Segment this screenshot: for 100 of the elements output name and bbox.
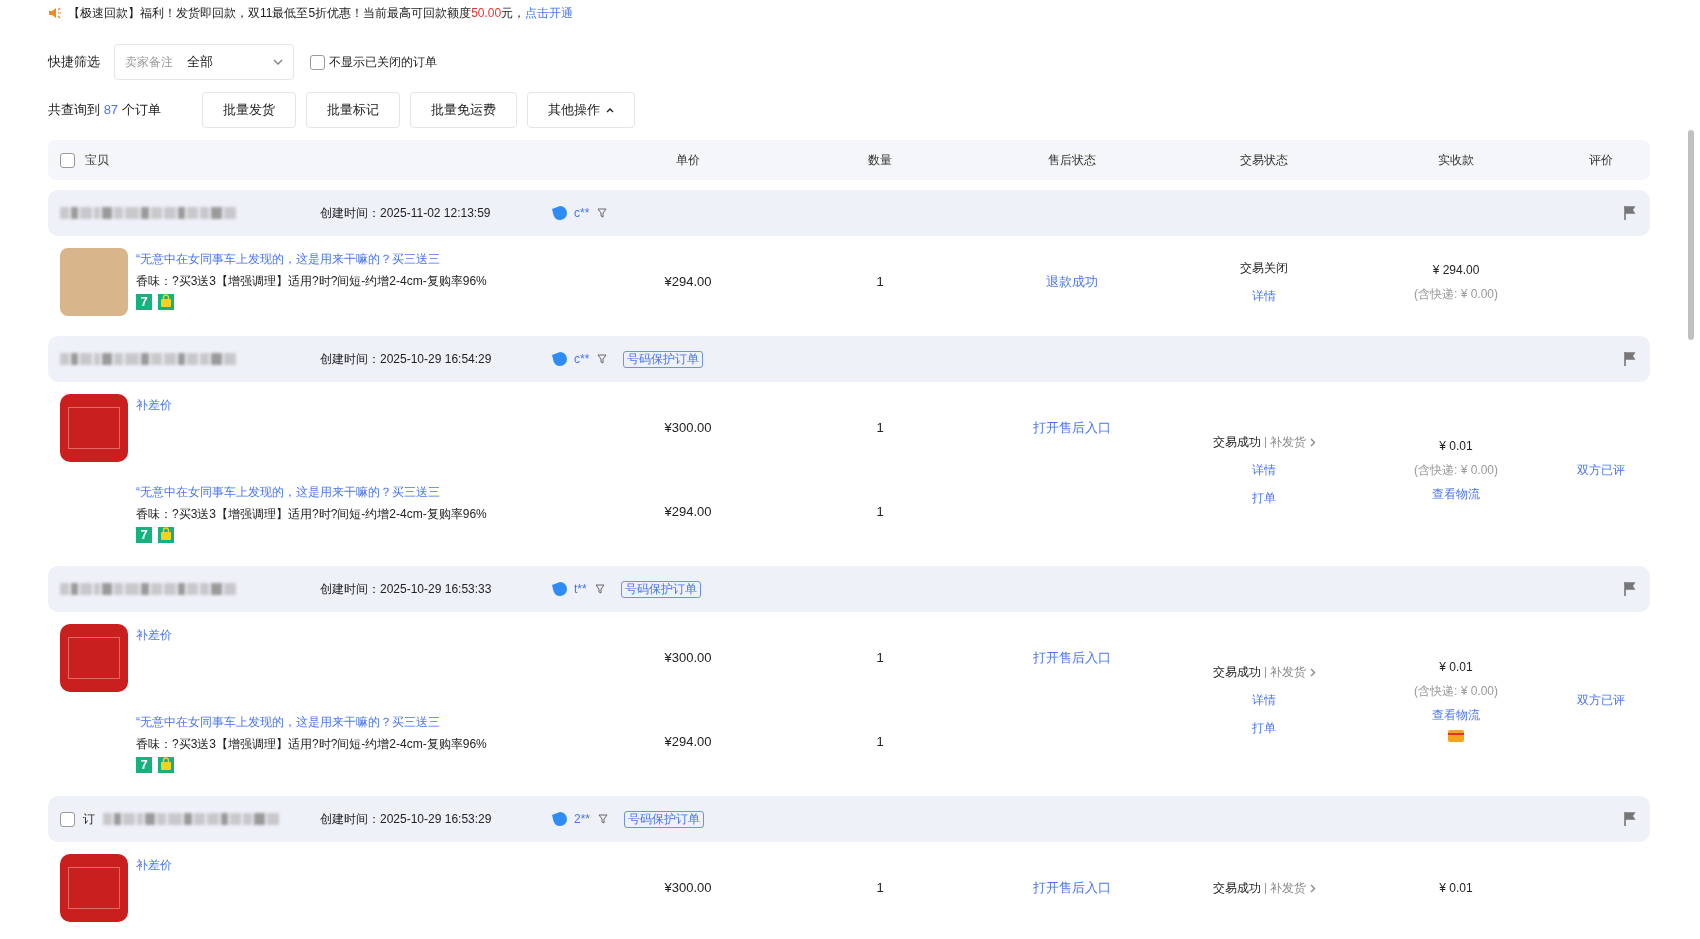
batch-action-button[interactable]: 其他操作: [527, 92, 635, 128]
column-header: 实收款: [1438, 152, 1474, 169]
quantity: 1: [876, 273, 884, 292]
quantity: 1: [876, 879, 884, 898]
promo-notice: 【极速回款】福利！发货即回款，双11最低至5折优惠！当前最高可回款额度50.00元，点击开通: [68, 5, 574, 22]
batch-action-button[interactable]: 批量发货: [202, 92, 296, 128]
quantity: 1: [876, 419, 884, 438]
shipping-fee: (含快递: ¥ 0.00): [1414, 462, 1498, 479]
quantity: 1: [876, 503, 884, 522]
resend-link[interactable]: 补发货: [1269, 879, 1306, 897]
chevron-down-icon: [273, 59, 283, 65]
shipping-fee: (含快递: ¥ 0.00): [1414, 286, 1498, 303]
product-title-link[interactable]: 补差价: [136, 626, 172, 644]
shopping-bag-icon: [158, 294, 174, 310]
created-time: 创建时间：2025-10-29 16:53:29: [320, 811, 493, 828]
unit-price: ¥294.00: [664, 273, 712, 292]
batch-action-button[interactable]: 批量标记: [306, 92, 400, 128]
filter-label: 快捷筛选: [48, 53, 101, 72]
quantity: 1: [876, 649, 884, 668]
received-amount: ¥ 294.00: [1432, 262, 1480, 279]
seven-day-badge: 7: [136, 294, 152, 310]
trade-status: 交易成功: [1212, 434, 1261, 451]
privacy-tag: 号码保护订单: [623, 350, 704, 368]
after-sale-link[interactable]: 打开售后入口: [1033, 878, 1111, 898]
chevron-right-icon: [1309, 883, 1316, 893]
received-amount: ¥ 0.01: [1439, 438, 1473, 455]
logistics-link[interactable]: 查看物流: [1432, 706, 1480, 724]
buyer-name-link[interactable]: t**: [574, 580, 587, 598]
filter-icon[interactable]: [597, 208, 608, 218]
filter-icon[interactable]: [594, 584, 605, 594]
after-sale-link[interactable]: 打开售后入口: [1033, 418, 1111, 438]
scrollbar-thumb[interactable]: [1688, 130, 1694, 340]
column-header: 售后状态: [1048, 152, 1096, 169]
seller-note-select[interactable]: 卖家备注 全部: [114, 44, 294, 80]
product-title-link[interactable]: “无意中在女同事车上发现的，这是用来干嘛的？买三送三: [136, 713, 487, 731]
select-all-checkbox[interactable]: [60, 152, 75, 168]
resend-link[interactable]: 补发货: [1269, 433, 1306, 451]
unit-price: ¥300.00: [664, 419, 712, 438]
product-image: [60, 854, 128, 922]
hide-closed-checkbox[interactable]: [310, 54, 325, 70]
buyer-name-link[interactable]: c**: [574, 350, 590, 368]
shipping-fee: (含快递: ¥ 0.00): [1414, 683, 1498, 700]
unit-price: ¥294.00: [664, 733, 712, 752]
chat-bubble-icon: [552, 351, 568, 367]
buyer-name-link[interactable]: c**: [574, 204, 590, 222]
chat-bubble-icon: [552, 205, 568, 221]
speaker-icon: [48, 6, 62, 20]
chat-bubble-icon: [552, 581, 568, 597]
product-title-link[interactable]: “无意中在女同事车上发现的，这是用来干嘛的？买三送三: [136, 483, 487, 501]
product-image: [60, 394, 128, 462]
filter-icon[interactable]: [597, 354, 608, 364]
order-action-link[interactable]: 详情: [1252, 691, 1276, 709]
order-checkbox[interactable]: [60, 811, 75, 827]
shopping-bag-icon: [158, 757, 174, 773]
activate-link[interactable]: 点击开通: [525, 6, 574, 20]
caret-icon: [606, 107, 614, 113]
after-sale-link[interactable]: 退款成功: [1046, 272, 1098, 292]
product-title-link[interactable]: “无意中在女同事车上发现的，这是用来干嘛的？买三送三: [136, 250, 487, 268]
seven-day-badge: 7: [136, 527, 152, 543]
column-header: 单价: [676, 152, 700, 169]
created-time: 创建时间：2025-10-29 16:53:33: [320, 581, 493, 598]
column-header: 交易状态: [1240, 152, 1288, 169]
shopping-bag-icon: [158, 527, 174, 543]
product-title-link[interactable]: 补差价: [136, 856, 172, 874]
trade-status: 交易成功: [1212, 664, 1261, 681]
flag-icon[interactable]: [1624, 206, 1636, 220]
trade-status: 交易关闭: [1240, 260, 1288, 277]
order-count: 共查询到 87 个订单: [48, 101, 162, 120]
review-status-link[interactable]: 双方已评: [1577, 461, 1625, 479]
order-action-link[interactable]: 打单: [1252, 719, 1276, 737]
column-header: 数量: [868, 152, 892, 169]
created-time: 创建时间：2025-10-29 16:54:29: [320, 351, 493, 368]
product-spec: 香味：?买3送3【增强调理】适用?时?间短-约增2-4cm-复购率96%: [136, 736, 487, 753]
unit-price: ¥294.00: [664, 503, 712, 522]
resend-link[interactable]: 补发货: [1269, 663, 1306, 681]
product-photo-placeholder: [60, 248, 128, 316]
trade-status: 交易成功: [1212, 880, 1261, 897]
filter-icon[interactable]: [598, 814, 608, 824]
seven-day-badge: 7: [136, 757, 152, 773]
received-amount: ¥ 0.01: [1439, 659, 1473, 676]
review-status-link[interactable]: 双方已评: [1577, 691, 1625, 709]
flag-icon[interactable]: [1624, 352, 1636, 366]
batch-action-button[interactable]: 批量免运费: [410, 92, 517, 128]
product-image: [60, 624, 128, 692]
logistics-link[interactable]: 查看物流: [1432, 485, 1480, 503]
order-action-link[interactable]: 详情: [1252, 461, 1276, 479]
unit-price: ¥300.00: [664, 649, 712, 668]
flag-icon[interactable]: [1624, 582, 1636, 596]
product-spec: 香味：?买3送3【增强调理】适用?时?间短-约增2-4cm-复购率96%: [136, 506, 487, 523]
buyer-name-link[interactable]: 2**: [574, 810, 590, 828]
product-title-link[interactable]: 补差价: [136, 396, 172, 414]
hide-closed-label: 不显示已关闭的订单: [329, 54, 437, 71]
chevron-right-icon: [1309, 437, 1316, 447]
flag-icon[interactable]: [1624, 812, 1636, 826]
after-sale-link[interactable]: 打开售后入口: [1033, 648, 1111, 668]
chat-bubble-icon: [552, 811, 568, 827]
chevron-right-icon: [1309, 667, 1316, 677]
order-action-link[interactable]: 打单: [1252, 489, 1276, 507]
order-action-link[interactable]: 详情: [1252, 287, 1276, 305]
column-header: 评价: [1589, 152, 1613, 169]
